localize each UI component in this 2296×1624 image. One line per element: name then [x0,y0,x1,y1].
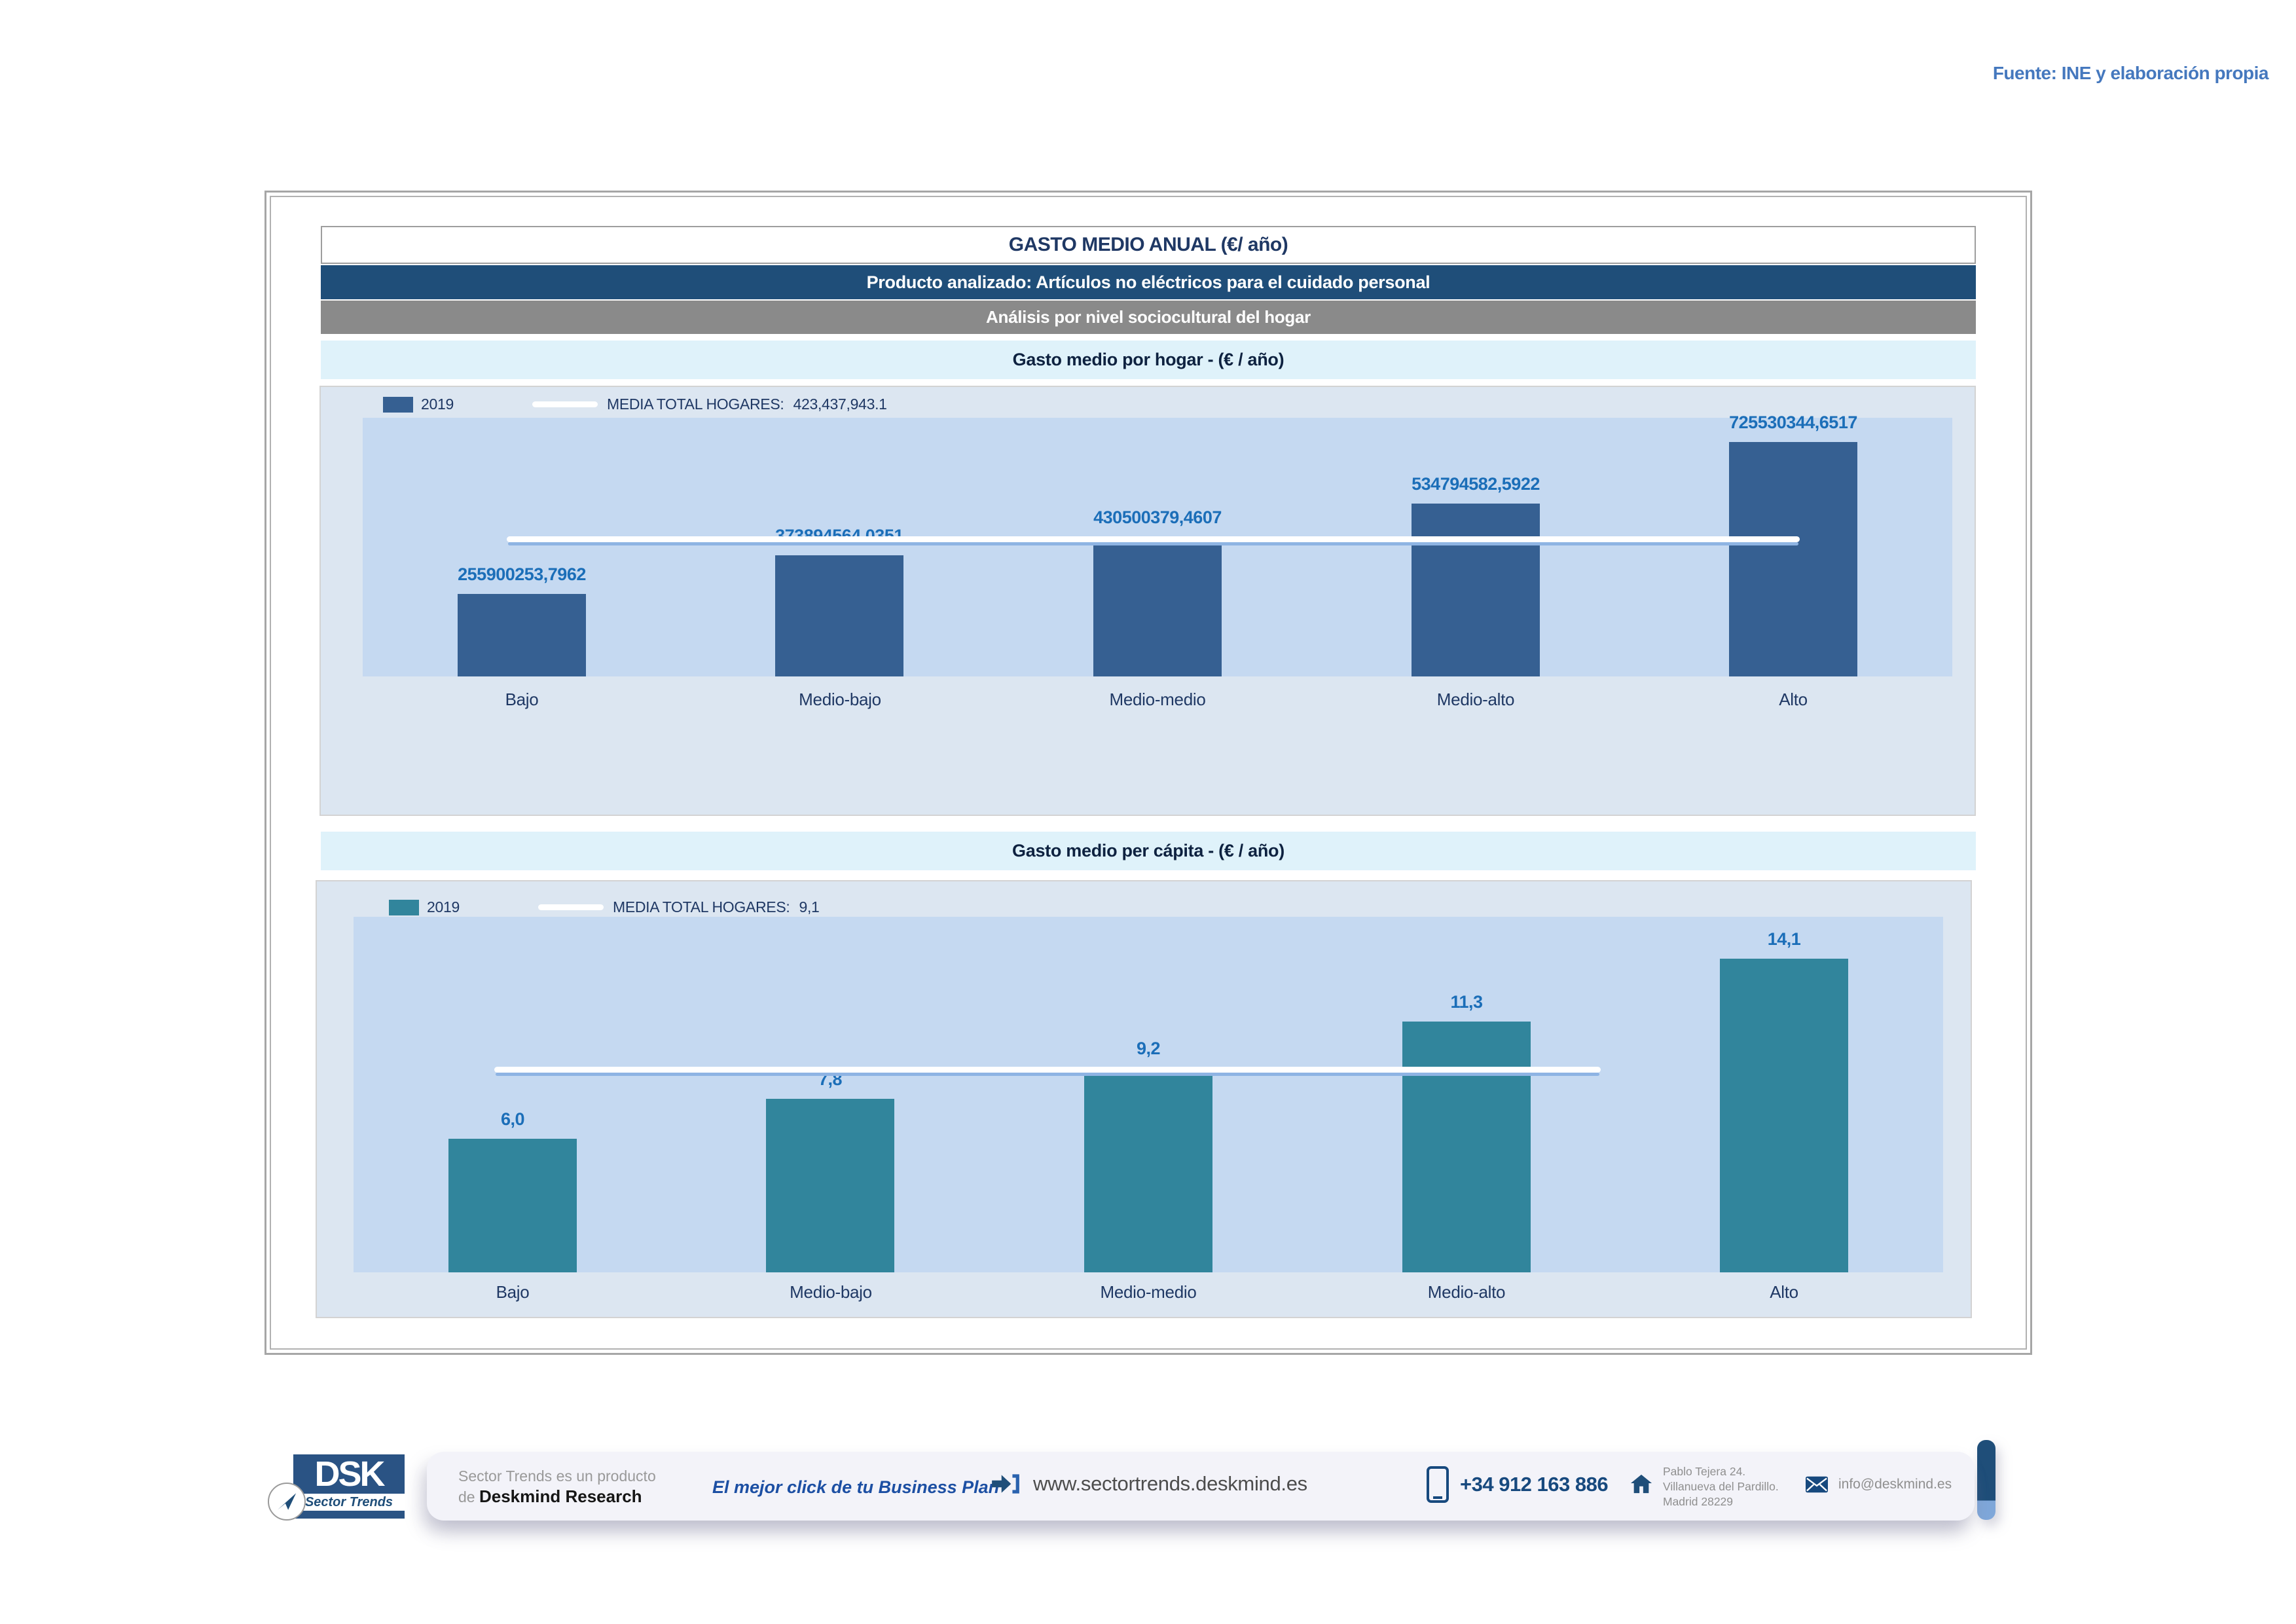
media-total-label: MEDIA TOTAL HOGARES: [607,396,784,413]
bar-value-label: 11,3 [1303,992,1630,1012]
footer-product-prefix: de [458,1488,475,1505]
bar-bajo [448,1139,577,1272]
category-label: Medio-medio [989,1282,1307,1302]
bar-value-label: 430500379,4607 [994,507,1321,528]
bar-medio-medio [1093,537,1222,676]
bar-alto [1729,442,1857,676]
media-average-line [507,536,1800,542]
address-line: Pablo Tejera 24. [1663,1464,1779,1479]
category-label: Medio-alto [1307,1282,1626,1302]
series-2019-label: 2019 [421,396,454,413]
category-label: Alto [1625,1282,1943,1302]
chart-per-capita-x-axis: BajoMedio-bajoMedio-medioMedio-altoAlto [354,1282,1943,1304]
dsk-logo-brand: Sector Trends [293,1494,405,1511]
footer-email-group: info@deskmind.es [1806,1476,1952,1493]
analysis-level-bar: Análisis por nivel sociocultural del hog… [321,301,1976,334]
bar-value-label: 14,1 [1620,929,1948,950]
footer-product-name: Deskmind Research [479,1486,642,1506]
product-analyzed-bar: Producto analizado: Artículos no eléctri… [321,265,1976,299]
postal-address: Pablo Tejera 24. Villanueva del Pardillo… [1663,1464,1779,1509]
chart-per-capita-panel: 2019 MEDIA TOTAL HOGARES: 9,1 6,07,89,21… [316,880,1972,1318]
bar-medio-bajo [766,1099,894,1272]
bar-medio-alto [1412,504,1540,676]
category-label: Medio-bajo [672,1282,990,1302]
footer-product-text: Sector Trends es un producto de Deskmind… [458,1467,656,1507]
report-title: GASTO MEDIO ANUAL (€/ año) [1009,234,1288,256]
chart-household-x-axis: BajoMedio-bajoMedio-medioMedio-altoAlto [363,690,1952,712]
bar-alto [1720,959,1848,1272]
footer-product-line1: Sector Trends es un producto [458,1467,656,1486]
bar-value-label: 6,0 [349,1109,676,1130]
report-title-bar: GASTO MEDIO ANUAL (€/ año) [321,226,1976,264]
footer-accent-pill [1977,1440,1995,1520]
bar-medio-alto [1402,1022,1531,1272]
paper-plane-icon [268,1483,306,1521]
phone-number[interactable]: +34 912 163 886 [1460,1473,1608,1496]
category-label: Bajo [354,1282,672,1302]
bar-medio-bajo [775,555,903,676]
category-label: Alto [1634,690,1952,710]
media-average-line [494,1067,1601,1073]
category-label: Bajo [363,690,681,710]
bar-value-label: 9,2 [985,1039,1312,1059]
dsk-logo: DSK Sector Trends [293,1454,405,1519]
section-title-per-capita-label: Gasto medio per cápita - (€ / año) [1012,841,1285,861]
category-label: Medio-alto [1317,690,1635,710]
category-label: Medio-bajo [681,690,999,710]
media-total-label: MEDIA TOTAL HOGARES: [613,898,790,916]
product-analyzed-label: Producto analizado: Artículos no eléctri… [867,272,1430,293]
footer-slogan: El mejor click de tu Business Plan [712,1477,999,1498]
footer-website-group: www.sectortrends.deskmind.es [990,1472,1307,1496]
media-total-value: 9,1 [799,898,819,916]
envelope-icon [1806,1476,1828,1493]
address-line: Madrid 28229 [1663,1494,1779,1509]
category-label: Medio-medio [998,690,1317,710]
source-note: Fuente: INE y elaboración propia [1993,63,2269,84]
section-title-household: Gasto medio por hogar - (€ / año) [321,341,1976,379]
section-title-household-label: Gasto medio por hogar - (€ / año) [1013,350,1285,370]
chart-household-legend: 2019 MEDIA TOTAL HOGARES: 423,437,943.1 [383,396,887,413]
chart-household-panel: 2019 MEDIA TOTAL HOGARES: 423,437,943.1 … [319,386,1976,816]
series-2019-swatch [383,397,413,413]
media-line-swatch [538,904,604,910]
house-icon [1630,1473,1652,1494]
bar-value-label: 255900253,7962 [358,564,685,585]
address-line: Villanueva del Pardillo. [1663,1479,1779,1494]
series-2019-swatch [389,900,419,915]
chart-per-capita-legend: 2019 MEDIA TOTAL HOGARES: 9,1 [389,898,820,916]
bar-bajo [458,594,586,676]
footer-address-group: Pablo Tejera 24. Villanueva del Pardillo… [1630,1464,1779,1509]
bar-value-label: 725530344,6517 [1630,413,1957,433]
website-link[interactable]: www.sectortrends.deskmind.es [1033,1472,1307,1496]
footer-phone-group: +34 912 163 886 [1426,1466,1608,1504]
media-line-swatch [532,401,598,407]
enter-arrow-icon [990,1472,1021,1496]
analysis-level-label: Análisis por nivel sociocultural del hog… [986,307,1311,327]
series-2019-label: 2019 [427,898,460,916]
email-link[interactable]: info@deskmind.es [1838,1477,1952,1492]
dsk-logo-acronym: DSK [293,1454,405,1494]
section-title-per-capita: Gasto medio per cápita - (€ / año) [321,832,1976,870]
chart-per-capita-plot-area: 6,07,89,211,314,1 [354,917,1943,1272]
chart-household-plot-area: 255900253,7962373894564,0351430500379,46… [363,418,1952,676]
media-total-value: 423,437,943.1 [793,396,886,413]
bar-value-label: 534794582,5922 [1312,474,1639,494]
dsk-logo-base-strip [293,1511,405,1519]
bar-medio-medio [1084,1068,1212,1272]
mobile-phone-icon [1426,1466,1449,1504]
